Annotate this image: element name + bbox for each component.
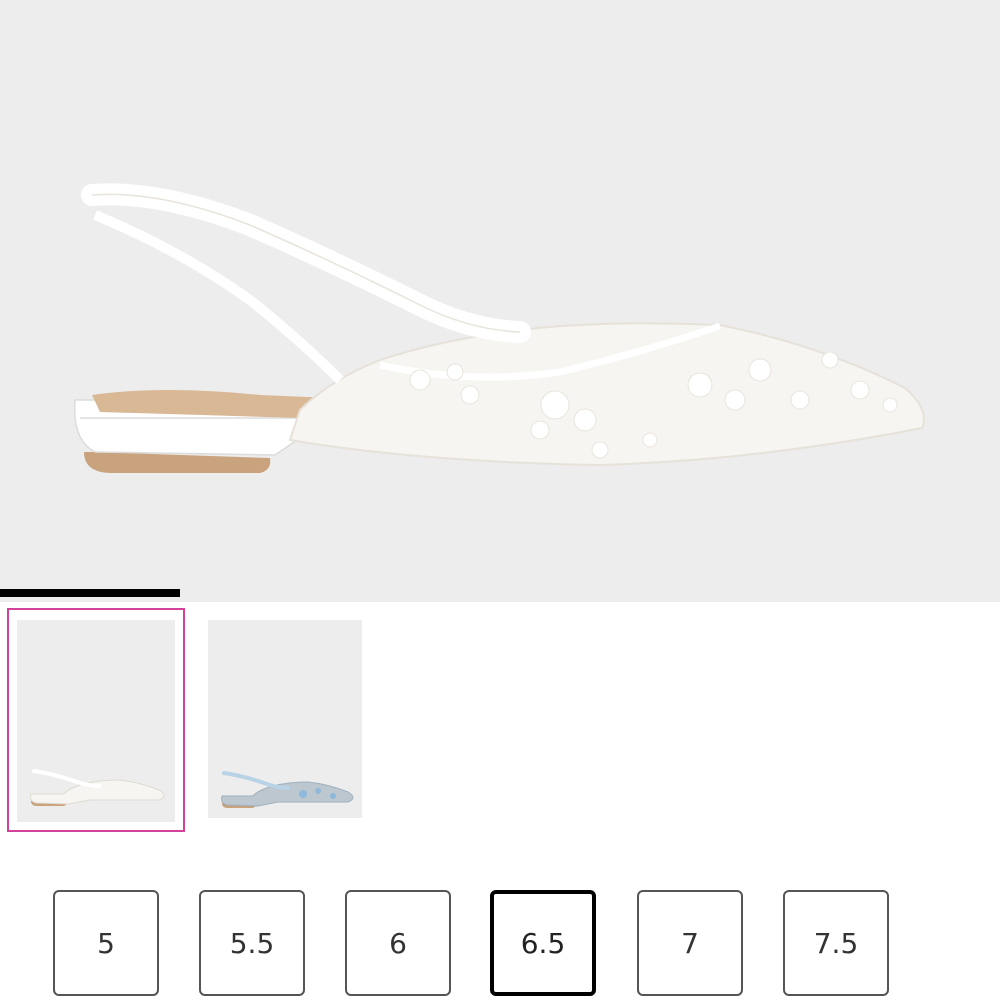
size-option-7[interactable]: 7 [637,890,743,996]
blue-shoe-thumbnail-icon [221,771,354,808]
size-label: 7.5 [813,926,859,960]
size-label: 5.5 [229,926,275,960]
size-option-6-5[interactable]: 6.5 [490,890,596,996]
size-label: 5 [97,926,115,960]
thumbnail-white-lace-flat[interactable] [7,608,185,832]
image-carousel-progress [0,589,1000,597]
size-label: 7 [681,926,699,960]
image-carousel-progress-fill [0,589,180,597]
size-label: 6 [389,926,407,960]
size-option-5-5[interactable]: 5.5 [199,890,305,996]
size-label: 6.5 [520,926,566,960]
size-option-7-5[interactable]: 7.5 [783,890,889,996]
lace-slingback-shoe-image [73,183,925,473]
product-hero-image[interactable] [0,0,1000,602]
thumbnail-blue-lace-flat[interactable] [208,608,386,832]
size-option-5[interactable]: 5 [53,890,159,996]
white-shoe-thumbnail-icon [30,769,165,806]
size-option-6[interactable]: 6 [345,890,451,996]
